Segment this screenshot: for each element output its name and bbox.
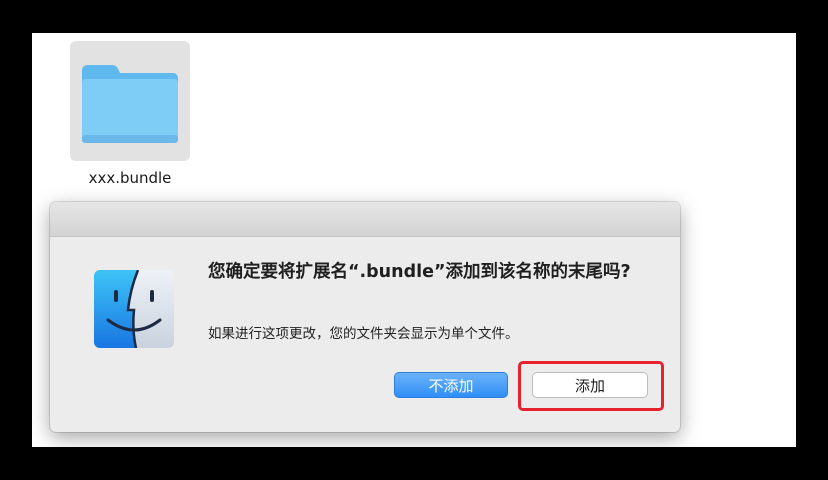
folder-icon bbox=[82, 65, 178, 143]
dialog-message: 如果进行这项更改，您的文件夹会显示为单个文件。 bbox=[208, 326, 519, 342]
dialog-titlebar[interactable] bbox=[50, 202, 680, 237]
extension-confirm-dialog: 您确定要将扩展名“.bundle”添加到该名称的末尾吗? 如果进行这项更改，您的… bbox=[50, 202, 680, 432]
dont-add-button[interactable]: 不添加 bbox=[394, 372, 508, 398]
folder-item[interactable]: xxx.bundle bbox=[70, 41, 192, 187]
folder-name: xxx.bundle bbox=[88, 169, 172, 187]
dialog-title: 您确定要将扩展名“.bundle”添加到该名称的末尾吗? bbox=[208, 262, 631, 282]
folder-thumbnail bbox=[70, 41, 190, 161]
add-button[interactable]: 添加 bbox=[532, 372, 648, 398]
finder-icon bbox=[94, 270, 174, 348]
